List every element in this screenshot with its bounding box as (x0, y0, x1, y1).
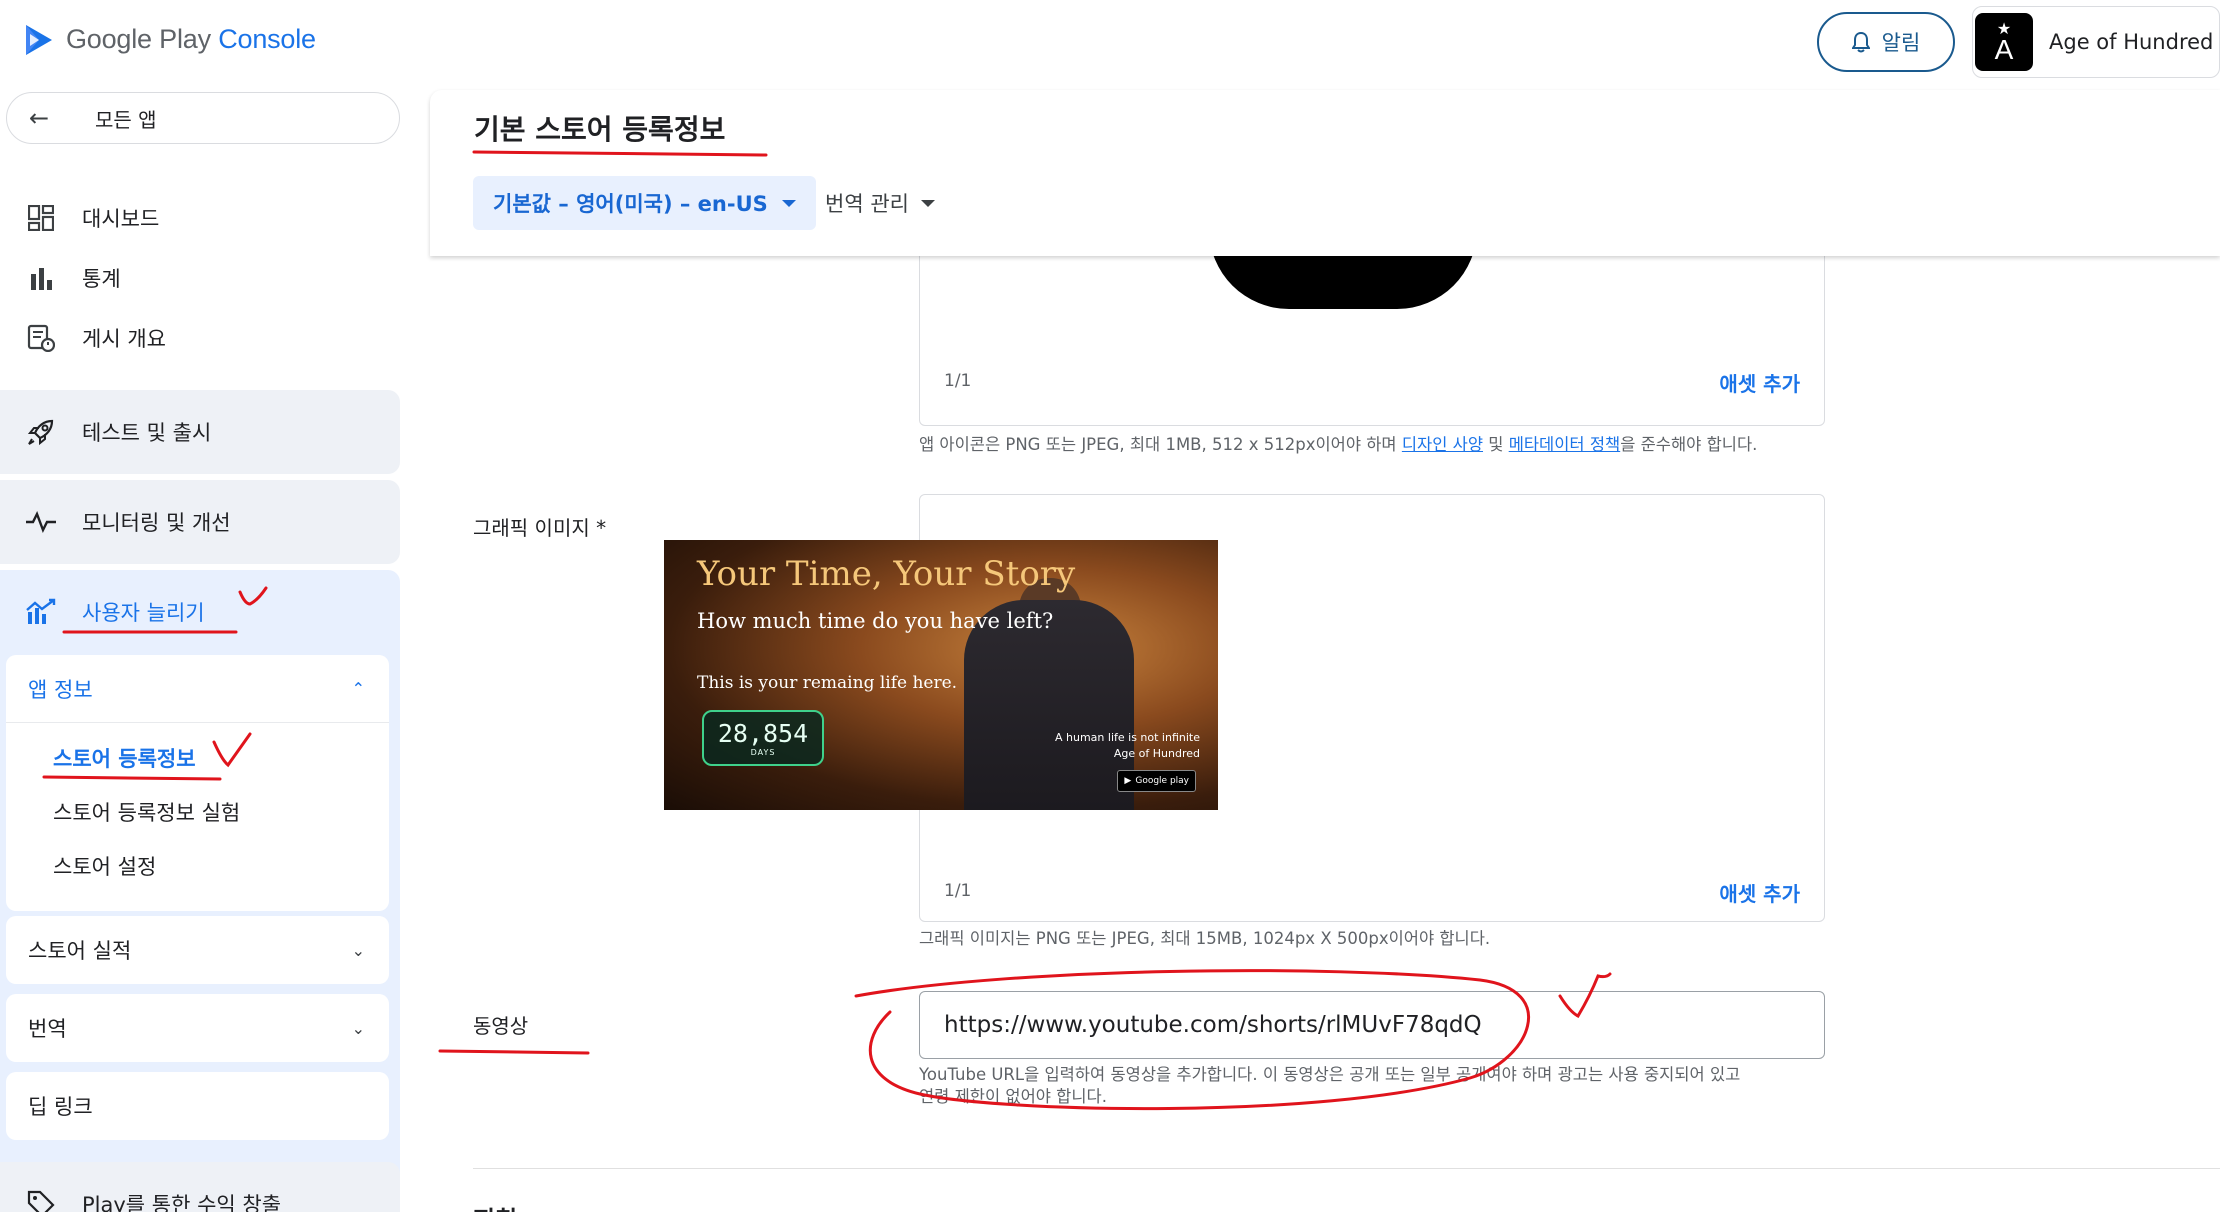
sidebar-item-publishing-overview[interactable]: 게시 개요 (0, 312, 400, 364)
graphic-help-text: 그래픽 이미지는 PNG 또는 JPEG, 최대 15MB, 1024px X … (919, 929, 1491, 948)
translation-label: 번역 (28, 1017, 67, 1041)
store-performance-label: 스토어 실적 (28, 939, 132, 963)
graphic-title: Your Time, Your Story (697, 554, 1076, 594)
days-counter: 28,854 DAYS (702, 710, 824, 766)
sidebar-group-label: 테스트 및 출시 (82, 421, 212, 445)
store-performance-section[interactable]: 스토어 실적 ⌄ (6, 916, 389, 984)
language-selector[interactable]: 기본값 – 영어(미국) – en-US (473, 176, 816, 230)
sidebar-item-store-listing[interactable]: 스토어 등록정보 (6, 731, 389, 785)
growth-chart-icon (0, 598, 82, 626)
add-asset-button[interactable]: 애셋 추가 (1719, 878, 1800, 907)
bell-icon (1851, 31, 1870, 53)
play-console-app: Google Play Console 알림 ★ A Age of Hundre… (0, 0, 2220, 1212)
dashboard-icon (0, 205, 82, 231)
rocket-icon (0, 417, 82, 447)
sidebar-item-store-settings[interactable]: 스토어 설정 (6, 839, 389, 893)
sub-item-label: 스토어 등록정보 실험 (53, 801, 241, 825)
sidebar-item-statistics[interactable]: 통계 (0, 252, 400, 304)
chevron-down-icon: ⌄ (351, 940, 365, 960)
days-value: 28,854 (717, 718, 809, 748)
sub-item-label: 스토어 설정 (53, 855, 157, 879)
days-unit: DAYS (750, 747, 776, 757)
video-help-text: YouTube URL을 입력하여 동영상을 추가합니다. 이 동영상은 공개 … (919, 1065, 1741, 1106)
app-avatar-letter: A (1994, 34, 2014, 65)
google-play-badge: ▶ Google play (1117, 770, 1196, 792)
design-spec-link[interactable]: 디자인 사양 (1402, 435, 1483, 454)
app-icon-help-text: 앱 아이콘은 PNG 또는 JPEG, 최대 1MB, 512 x 512px이… (919, 435, 1758, 454)
metadata-policy-link[interactable]: 메타데이터 정책 (1509, 435, 1621, 454)
deep-links-section[interactable]: 딥 링크 (6, 1072, 389, 1140)
page-header: 기본 스토어 등록정보 기본값 – 영어(미국) – en-US 번역 관리 (430, 90, 2220, 256)
dropdown-arrow-icon (781, 199, 796, 207)
logo-text: Google Play Console (66, 24, 316, 54)
app-name: Age of Hundred (2049, 30, 2214, 54)
app-info-section: 앱 정보 ⌃ 스토어 등록정보 스토어 등록정보 실험 스토어 설정 (6, 655, 389, 911)
manage-translations-label: 번역 관리 (825, 192, 909, 216)
language-label: 기본값 – 영어(미국) – en-US (493, 192, 768, 216)
sidebar-group-monitor[interactable]: 모니터링 및 개선 (0, 480, 400, 564)
youtube-url-input[interactable]: https://www.youtube.com/shorts/rlMUvF78q… (919, 991, 1825, 1059)
graphic-caption: A human life is not infinite Age of Hund… (1055, 731, 1200, 760)
app-switcher[interactable]: ★ A Age of Hundred (1972, 6, 2220, 78)
sidebar-group-label: 모니터링 및 개선 (82, 511, 231, 535)
google-play-console-logo[interactable]: Google Play Console (26, 24, 316, 55)
sub-item-label: 스토어 등록정보 (53, 747, 196, 771)
manage-translations-button[interactable]: 번역 관리 (825, 176, 935, 230)
all-apps-button[interactable]: ← 모든 앱 (6, 92, 400, 144)
price-tag-icon (0, 1189, 82, 1212)
back-arrow-icon: ← (29, 104, 50, 132)
youtube-url-value: https://www.youtube.com/shorts/rlMUvF78q… (944, 1012, 1482, 1038)
app-avatar: ★ A (1975, 13, 2033, 71)
sidebar-item-label: 대시보드 (82, 207, 160, 231)
notifications-button[interactable]: 알림 (1817, 12, 1955, 72)
all-apps-label: 모든 앱 (95, 107, 157, 132)
graphic-subtitle: How much time do you have left? (697, 609, 1054, 633)
translation-section[interactable]: 번역 ⌄ (6, 994, 389, 1062)
sidebar-group-label: Play를 통한 수익 창출 (82, 1193, 282, 1212)
sidebar-item-label: 통계 (82, 267, 121, 291)
chevron-up-icon: ⌃ (351, 679, 365, 698)
sidebar-item-dashboard[interactable]: 대시보드 (0, 192, 400, 244)
play-logo-icon (26, 24, 52, 55)
app-info-label: 앱 정보 (28, 677, 93, 702)
bar-chart-icon (0, 266, 82, 290)
notifications-label: 알림 (1881, 31, 1921, 55)
app-icon-asset-box: 1/1 애셋 추가 (919, 213, 1825, 426)
publishing-overview-icon (0, 324, 82, 352)
page-title: 기본 스토어 등록정보 (474, 113, 726, 146)
graphic-label: 그래픽 이미지 * (473, 516, 607, 540)
deep-links-label: 딥 링크 (28, 1095, 93, 1119)
graphic-line: This is your remaing life here. (697, 673, 958, 693)
sidebar-group-test-release[interactable]: 테스트 및 출시 (0, 390, 400, 474)
chevron-down-icon: ⌄ (351, 1018, 365, 1038)
video-label: 동영상 (473, 1014, 529, 1038)
app-info-header[interactable]: 앱 정보 ⌃ (6, 655, 389, 723)
sidebar-item-label: 게시 개요 (82, 327, 166, 351)
top-bar: Google Play Console 알림 ★ A Age of Hundre… (0, 0, 2220, 90)
sidebar: ← 모든 앱 대시보드 통계 게시 개요 테스트 및 출시 모니터링 및 개선 … (0, 90, 412, 1212)
pulse-icon (0, 510, 82, 534)
next-section-title: 지침 (473, 1200, 517, 1212)
sidebar-item-store-listing-experiments[interactable]: 스토어 등록정보 실험 (6, 785, 389, 839)
app-icon-counter: 1/1 (944, 371, 972, 391)
dropdown-arrow-icon (920, 199, 935, 207)
section-divider (473, 1168, 2220, 1169)
feature-graphic-image[interactable]: Your Time, Your Story How much time do y… (664, 540, 1218, 810)
add-asset-button[interactable]: 애셋 추가 (1719, 368, 1800, 397)
graphic-counter: 1/1 (944, 881, 972, 901)
sidebar-group-monetize[interactable]: Play를 통한 수익 창출 (0, 1162, 400, 1212)
sidebar-group-label: 사용자 늘리기 (82, 601, 205, 625)
play-badge-icon: ▶ (1124, 776, 1132, 786)
